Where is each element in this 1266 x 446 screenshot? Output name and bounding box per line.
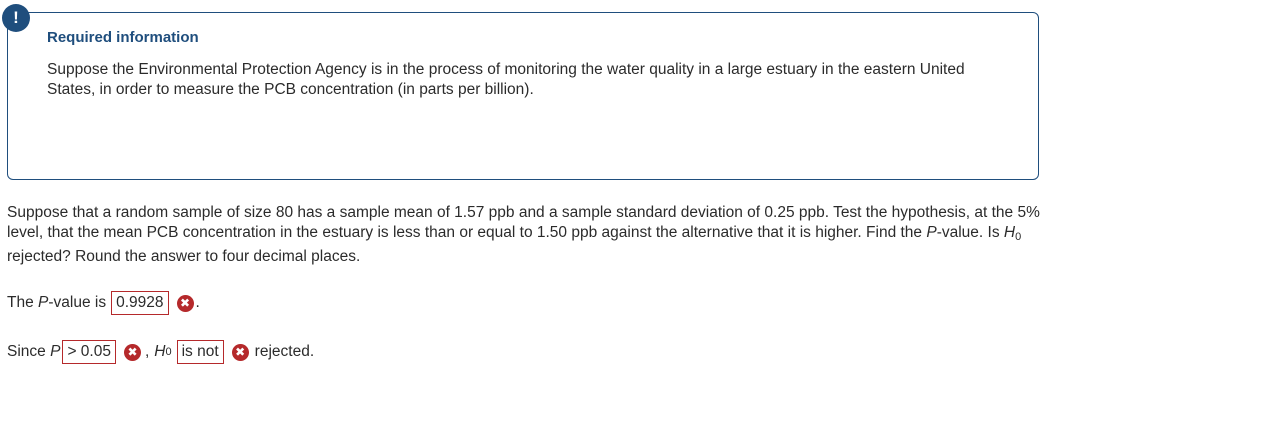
info-title: Required information bbox=[47, 29, 199, 46]
incorrect-icon: ✖ bbox=[123, 343, 141, 361]
question-part3: rejected? Round the answer to four decim… bbox=[7, 248, 361, 265]
p-value-input[interactable]: 0.9928 bbox=[111, 291, 169, 315]
question-part2: -value. Is bbox=[936, 224, 1004, 241]
p-value-answer-line: The P -value is 0.9928 ✖ . bbox=[7, 290, 200, 316]
answer2-comma: , bbox=[144, 343, 150, 360]
incorrect-icon: ✖ bbox=[176, 294, 194, 312]
answer1-p-symbol: P bbox=[38, 294, 49, 311]
question-p-symbol: P bbox=[926, 224, 937, 241]
decision-dropdown[interactable]: is not bbox=[176, 340, 224, 364]
question-h-symbol: H bbox=[1003, 224, 1016, 241]
question-text: Suppose that a random sample of size 80 … bbox=[7, 203, 1047, 267]
answer1-middle: -value is bbox=[48, 294, 107, 311]
question-part1: Suppose that a random sample of size 80 … bbox=[7, 204, 1040, 241]
answer2-h-subscript: 0 bbox=[165, 346, 172, 358]
answer2-p-symbol: P bbox=[50, 343, 61, 360]
conclusion-answer-line: Since P > 0.05 ✖ , H 0 is not ✖ rejected… bbox=[7, 339, 314, 365]
comparison-dropdown[interactable]: > 0.05 bbox=[62, 340, 116, 364]
answer2-h-symbol: H bbox=[154, 343, 166, 360]
answer1-suffix: . bbox=[195, 294, 200, 311]
alert-icon: ! bbox=[2, 4, 30, 32]
incorrect-icon: ✖ bbox=[231, 343, 249, 361]
answer1-prefix: The bbox=[7, 294, 39, 311]
question-h-subscript: 0 bbox=[1015, 231, 1022, 243]
info-text: Suppose the Environmental Protection Age… bbox=[47, 61, 965, 98]
answer2-suffix: rejected. bbox=[254, 343, 315, 360]
answer2-prefix: Since bbox=[7, 343, 51, 360]
